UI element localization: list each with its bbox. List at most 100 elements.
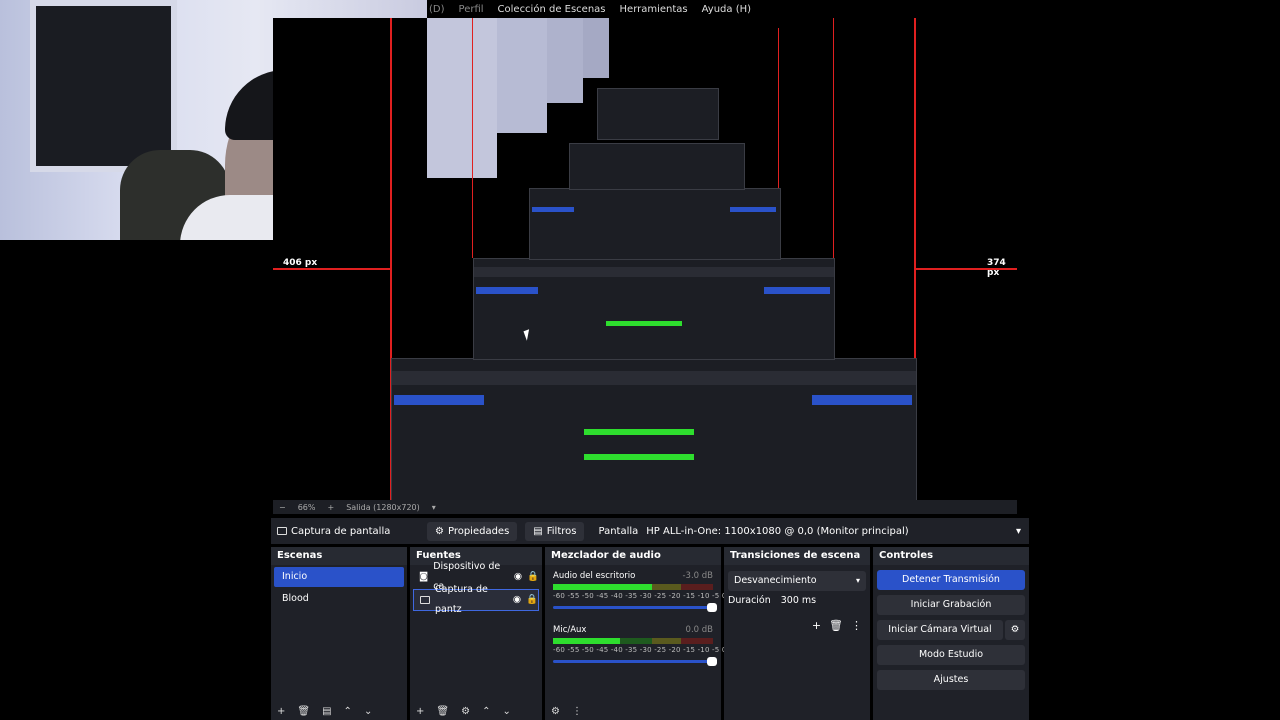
start-virtual-camera-button[interactable]: Iniciar Cámara Virtual — [877, 620, 1003, 640]
volume-slider[interactable] — [553, 657, 717, 666]
mixer-channel-desktop: Audio del escritorio -3.0 dB -60 -55 -50… — [553, 571, 727, 612]
more-options-icon[interactable]: ⋮ — [851, 619, 862, 632]
volume-knob[interactable] — [707, 603, 717, 612]
nested-obs-level-2 — [473, 258, 835, 360]
source-item-screen[interactable]: Captura de pantz ◉ 🔒 — [413, 584, 539, 615]
menu-item-profile[interactable]: Perfil — [459, 4, 484, 15]
delete-transition-icon[interactable]: 🗑 — [829, 619, 843, 632]
nested-obs-level-5 — [597, 88, 719, 140]
nested-webcam-1 — [427, 18, 497, 178]
nested-obs-level-1 — [391, 358, 917, 502]
settings-button[interactable]: Ajustes — [877, 670, 1025, 690]
volume-knob[interactable] — [707, 657, 717, 666]
stop-streaming-button[interactable]: Detener Transmisión — [877, 570, 1025, 590]
duration-row: Duración 300 ms — [728, 595, 866, 606]
display-select-value: HP ALL-in-One: 1100x1080 @ 0,0 (Monitor … — [646, 525, 909, 537]
filter-icon: ▤ — [533, 525, 543, 537]
source-settings-icon[interactable]: ⚙ — [461, 706, 470, 717]
nested-obs-level-4 — [569, 143, 745, 190]
filters-label: Filtros — [546, 525, 577, 537]
scene-item-blood[interactable]: Blood — [274, 589, 404, 609]
sources-dock: Fuentes ◙ Dispositivo de ca ◉ 🔒 Captura … — [410, 547, 542, 720]
channel-db: -3.0 dB — [682, 571, 713, 581]
zoom-plus-icon[interactable]: + — [327, 503, 334, 512]
scenes-title: Escenas — [271, 547, 407, 565]
advanced-audio-icon[interactable]: ⚙ — [551, 706, 560, 717]
nested-webcam-3 — [547, 18, 583, 103]
delete-source-icon[interactable]: 🗑 — [436, 706, 449, 717]
current-source: Captura de pantalla — [271, 526, 417, 537]
eye-icon[interactable]: ◉ — [514, 567, 522, 587]
scene-filters-icon[interactable]: ▤ — [322, 706, 331, 717]
menu-item-help[interactable]: Ayuda (H) — [702, 4, 751, 15]
mixer-title: Mezclador de audio — [545, 547, 721, 565]
source-context-bar: Captura de pantalla ⚙ Propiedades ▤ Filt… — [271, 518, 1029, 544]
lock-icon[interactable]: 🔒 — [527, 567, 539, 587]
display-select[interactable]: HP ALL-in-One: 1100x1080 @ 0,0 (Monitor … — [646, 526, 1029, 537]
properties-label: Propiedades — [447, 525, 510, 537]
menu-item-scene-collection[interactable]: Colección de Escenas — [498, 4, 606, 15]
menu-bar: (D) Perfil Colección de Escenas Herramie… — [427, 0, 1029, 18]
menu-item-d[interactable]: (D) — [429, 4, 445, 15]
camera-icon: ◙ — [419, 571, 429, 582]
meter-ticks: -60 -55 -50 -45 -40 -35 -30 -25 -20 -15 … — [553, 592, 727, 600]
scenes-dock: Escenas Inicio Blood + 🗑 ▤ ⌃ ⌄ — [271, 547, 407, 720]
level-meter-fill — [553, 638, 621, 644]
channel-db: 0.0 dB — [685, 625, 713, 635]
sources-footer: + 🗑 ⚙ ⌃ ⌄ — [410, 702, 542, 720]
controls-dock: Controles Detener Transmisión Iniciar Gr… — [873, 547, 1029, 720]
guide-label-right: 374 px — [987, 258, 1006, 278]
webcam-window-background — [30, 0, 177, 172]
move-down-icon[interactable]: ⌄ — [502, 706, 510, 717]
audio-mixer-dock: Mezclador de audio Audio del escritorio … — [545, 547, 727, 720]
start-recording-button[interactable]: Iniciar Grabación — [877, 595, 1025, 615]
level-meter — [553, 638, 713, 644]
mixer-channel-mic: Mic/Aux 0.0 dB -60 -55 -50 -45 -40 -35 -… — [553, 625, 727, 666]
right-black-area — [1017, 0, 1280, 720]
volume-slider[interactable] — [553, 603, 717, 612]
preview-canvas[interactable]: 406 px 374 px — [273, 18, 1017, 502]
nested-webcam-2 — [497, 18, 547, 133]
transitions-title: Transiciones de escena — [724, 547, 870, 565]
monitor-icon — [420, 596, 430, 604]
eye-icon[interactable]: ◉ — [513, 590, 521, 610]
scene-item-inicio[interactable]: Inicio — [274, 567, 404, 587]
transition-select[interactable]: Desvanecimiento ▾ — [728, 571, 866, 591]
scenes-footer: + 🗑 ▤ ⌃ ⌄ — [271, 702, 407, 720]
transition-select-value: Desvanecimiento — [734, 575, 817, 586]
studio-mode-button[interactable]: Modo Estudio — [877, 645, 1025, 665]
virtual-cam-row: Iniciar Cámara Virtual ⚙ — [873, 615, 1029, 640]
filters-button[interactable]: ▤ Filtros — [525, 521, 585, 541]
controls-title: Controles — [873, 547, 1029, 565]
zoom-level: 66% — [297, 502, 316, 512]
delete-scene-icon[interactable]: 🗑 — [297, 706, 310, 717]
menu-item-tools[interactable]: Herramientas — [620, 4, 688, 15]
add-transition-icon[interactable]: + — [812, 619, 821, 632]
lock-icon[interactable]: 🔒 — [526, 590, 538, 610]
guide-label-left: 406 px — [283, 258, 318, 268]
mixer-footer: ⚙ ⋮ — [545, 702, 721, 720]
move-up-icon[interactable]: ⌃ — [482, 706, 490, 717]
properties-button[interactable]: ⚙ Propiedades — [427, 521, 518, 541]
meter-ticks: -60 -55 -50 -45 -40 -35 -30 -25 -20 -15 … — [553, 646, 727, 654]
output-dropdown-icon[interactable]: ▾ — [432, 503, 436, 512]
nested-obs-level-3 — [529, 188, 781, 260]
more-options-icon[interactable]: ⋮ — [572, 706, 582, 717]
add-source-icon[interactable]: + — [416, 706, 424, 717]
zoom-minus-icon[interactable]: − — [279, 503, 286, 512]
chevron-down-icon: ▾ — [1015, 525, 1021, 537]
transition-actions: + 🗑 ⋮ — [812, 619, 862, 632]
source-item-screen-label: Captura de pantz — [435, 584, 488, 615]
add-scene-icon[interactable]: + — [277, 706, 285, 717]
virtual-cam-settings-icon[interactable]: ⚙ — [1005, 620, 1025, 640]
preview-status-bar: − 66% + Salida (1280x720) ▾ — [273, 500, 1017, 514]
move-up-icon[interactable]: ⌃ — [344, 706, 352, 717]
move-down-icon[interactable]: ⌄ — [364, 706, 372, 717]
current-source-name: Captura de pantalla — [291, 525, 391, 537]
duration-input[interactable]: 300 ms — [781, 595, 816, 606]
display-label: Pantalla — [598, 525, 639, 537]
red-guide-hleft — [273, 268, 390, 270]
nested-webcam-4 — [583, 18, 609, 78]
transitions-dock: Transiciones de escena Desvanecimiento ▾… — [724, 547, 870, 720]
level-meter-fill — [553, 584, 653, 590]
